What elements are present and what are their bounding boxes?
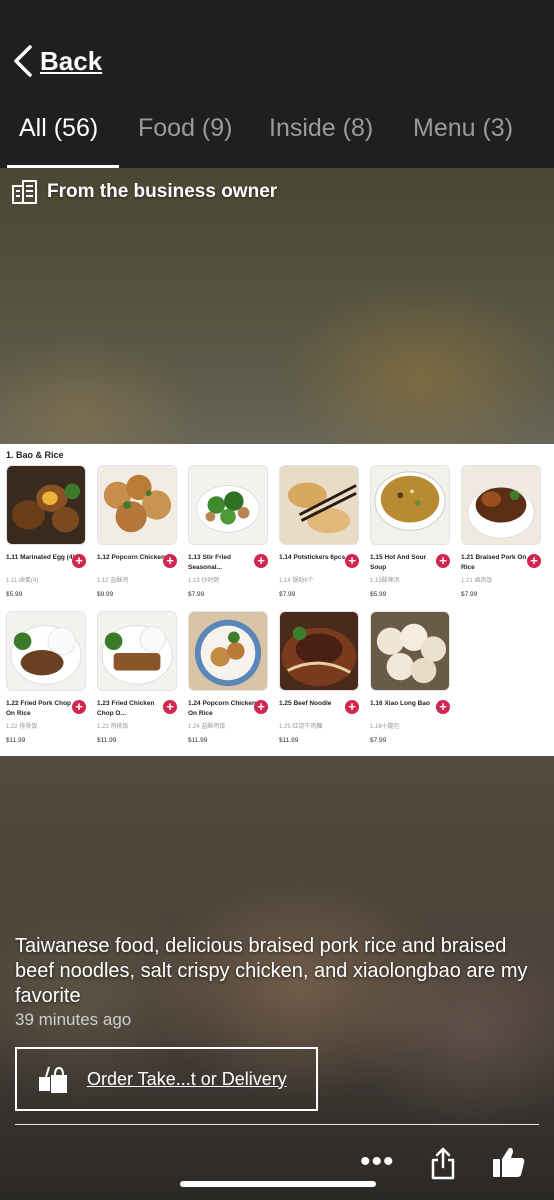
item-subtitle: 1.22 排骨饭: [6, 724, 38, 730]
item-subtitle: 1.13 炒时蔬: [188, 578, 220, 584]
menu-item: 1.21 Braised Pork On Rice + 1.21 卤肉饭 $7.…: [461, 465, 543, 598]
share-icon[interactable]: [430, 1146, 456, 1180]
item-price: $7.99: [461, 591, 478, 598]
back-label: Back: [40, 45, 103, 76]
add-item-button[interactable]: +: [527, 554, 541, 568]
food-thumbnail: [188, 465, 268, 545]
add-item-button[interactable]: +: [72, 700, 86, 714]
item-name: 1.23 Fried Chicken Chop O...: [97, 700, 155, 717]
item-price: $11.99: [279, 737, 299, 744]
item-price: $9.99: [97, 591, 114, 598]
owner-label-text: From the business owner: [47, 181, 278, 202]
item-subtitle: 1.23 鸡排饭: [97, 724, 129, 730]
item-price: $11.99: [188, 737, 208, 744]
chevron-left-icon: [14, 45, 32, 77]
menu-item: 1.25 Beef Noodle + 1.25 红烧牛肉麵 $11.99: [279, 611, 361, 744]
item-price: $5.99: [370, 591, 387, 598]
food-thumbnail: [188, 611, 268, 691]
food-thumbnail: [97, 465, 177, 545]
item-price: $7.99: [279, 591, 296, 598]
home-indicator: [180, 1181, 376, 1187]
order-takeout-button[interactable]: Order Take...t or Delivery: [15, 1047, 318, 1111]
tab-menu[interactable]: Menu (3): [413, 114, 513, 143]
food-thumbnail: [279, 611, 359, 691]
item-name: 1.21 Braised Pork On Rice: [461, 554, 527, 571]
item-price: $5.99: [6, 591, 23, 598]
add-item-button[interactable]: +: [254, 700, 268, 714]
item-name: 1.14 Potstickers 6pcs: [279, 554, 346, 561]
add-item-button[interactable]: +: [163, 554, 177, 568]
menu-section-title: 1. Bao & Rice: [6, 450, 64, 460]
photo-timestamp: 39 minutes ago: [15, 1010, 132, 1029]
item-price: $11.99: [97, 737, 117, 744]
item-subtitle: 1.12 盐酥鸡: [97, 578, 129, 584]
item-price: $7.99: [188, 591, 205, 598]
add-item-button[interactable]: +: [72, 554, 86, 568]
thumbs-up-icon[interactable]: [492, 1146, 526, 1178]
menu-item: 1.12 Popcorn Chicken + 1.12 盐酥鸡 $9.99: [97, 465, 179, 598]
food-thumbnail: [370, 611, 450, 691]
item-name: 1.16 Xiao Long Bao: [370, 700, 430, 707]
more-dots-icon[interactable]: •••: [360, 1147, 395, 1177]
item-name: 1.13 Stir Fried Seasonal...: [188, 554, 231, 571]
takeout-bag-icon: [39, 1066, 67, 1093]
item-name: 1.25 Beef Noodle: [279, 700, 332, 707]
menu-item: 1.14 Potstickers 6pcs + 1.14 锅贴6个 $7.99: [279, 465, 361, 598]
item-name: 1.12 Popcorn Chicken: [97, 554, 165, 561]
item-subtitle: 1.24 盐酥鸡饭: [188, 724, 226, 730]
add-item-button[interactable]: +: [254, 554, 268, 568]
item-subtitle: 1.25 红烧牛肉麵: [279, 724, 323, 730]
menu-item: 1.15 Hot And Sour Soup + 1.15酸辣汤 $5.99: [370, 465, 452, 598]
divider: [15, 1124, 539, 1125]
item-price: $11.99: [6, 737, 26, 744]
food-thumbnail: [6, 465, 86, 545]
add-item-button[interactable]: +: [163, 700, 177, 714]
item-price: $7.99: [370, 737, 387, 744]
menu-item: 1.13 Stir Fried Seasonal... + 1.13 炒时蔬 $…: [188, 465, 270, 598]
tab-all[interactable]: All (56): [19, 114, 98, 143]
add-item-button[interactable]: +: [345, 554, 359, 568]
add-item-button[interactable]: +: [345, 700, 359, 714]
food-thumbnail: [370, 465, 450, 545]
item-name: 1.11 Marinated Egg (4): [6, 554, 75, 561]
add-item-button[interactable]: +: [436, 700, 450, 714]
top-bar: Back All (56) Food (9) Inside (8) Menu (…: [0, 0, 554, 168]
item-subtitle: 1.15酸辣汤: [370, 578, 400, 584]
active-tab-indicator: [7, 165, 119, 168]
item-subtitle: 1.11 卤蛋(4): [6, 578, 39, 584]
building-icon: [12, 180, 37, 204]
menu-item: 1.11 Marinated Egg (4) + 1.11 卤蛋(4) $5.9…: [6, 465, 88, 598]
item-subtitle: 1.14 锅贴6个: [279, 578, 314, 584]
photo-tabs: All (56) Food (9) Inside (8) Menu (3): [0, 114, 554, 168]
menu-photo[interactable]: 1. Bao & Rice 1.11 Marinated Egg (4) + 1…: [0, 444, 554, 756]
food-thumbnail: [97, 611, 177, 691]
food-thumbnail: [6, 611, 86, 691]
menu-item: 1.22 Fried Pork Chop On Rice + 1.22 排骨饭 …: [6, 611, 88, 744]
menu-item: 1.24 Popcorn Chicken On Rice + 1.24 盐酥鸡饭…: [188, 611, 270, 744]
item-subtitle: 1.21 卤肉饭: [461, 578, 493, 584]
item-name: 1.24 Popcorn Chicken On Rice: [188, 700, 256, 717]
menu-item: 1.16 Xiao Long Bao + 1.16小籠包 $7.99: [370, 611, 452, 744]
item-name: 1.15 Hot And Sour Soup: [370, 554, 427, 571]
food-thumbnail: [461, 465, 541, 545]
add-item-button[interactable]: +: [436, 554, 450, 568]
photo-caption: Taiwanese food, delicious braised pork r…: [15, 935, 528, 1007]
menu-item: 1.23 Fried Chicken Chop O... + 1.23 鸡排饭 …: [97, 611, 179, 744]
item-subtitle: 1.16小籠包: [370, 724, 400, 730]
back-button[interactable]: Back: [12, 44, 102, 78]
order-button-label: Order Take...t or Delivery: [87, 1068, 287, 1089]
item-name: 1.22 Fried Pork Chop On Rice: [6, 700, 72, 717]
food-thumbnail: [279, 465, 359, 545]
business-owner-label: From the business owner: [12, 180, 277, 204]
tab-food[interactable]: Food (9): [138, 114, 232, 143]
tab-inside[interactable]: Inside (8): [269, 114, 373, 143]
